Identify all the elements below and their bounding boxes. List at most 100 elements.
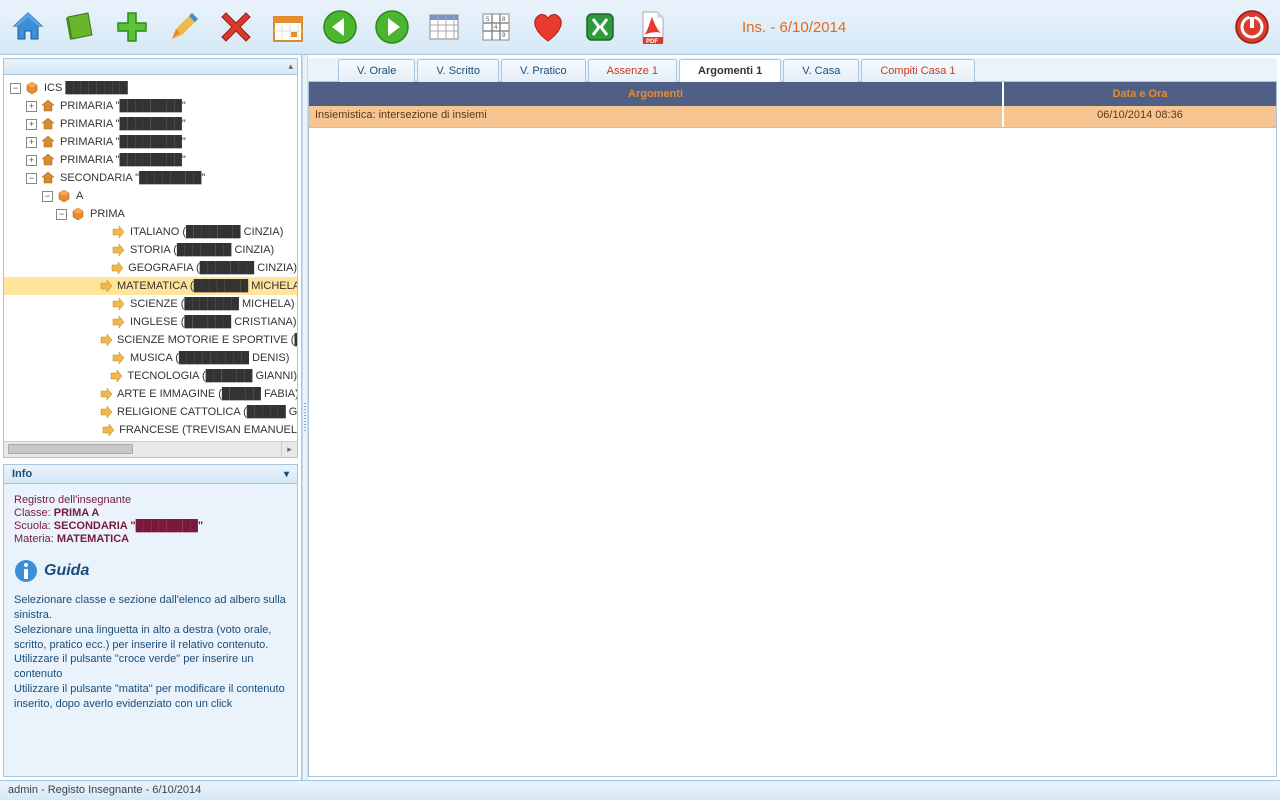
tree-node-label: RELIGIONE CATTOLICA (█████ G	[117, 406, 297, 418]
tree-node[interactable]: INGLESE (██████ CRISTIANA)	[4, 313, 297, 331]
heart-button[interactable]	[526, 5, 570, 49]
tree-toggle[interactable]: −	[10, 83, 21, 94]
edit-button[interactable]	[162, 5, 206, 49]
power-button[interactable]	[1230, 5, 1274, 49]
tree-node[interactable]: −A	[4, 187, 297, 205]
tree-node-icon	[40, 98, 56, 114]
tree-node-icon	[56, 188, 72, 204]
tree-node-label: PRIMARIA "████████"	[60, 154, 186, 166]
tree-node[interactable]: + PRIMARIA "████████"	[4, 151, 297, 169]
tree-node[interactable]: FRANCESE (TREVISAN EMANUEL	[4, 421, 297, 439]
tree-node[interactable]: −ICS ████████	[4, 79, 297, 97]
add-button[interactable]	[110, 5, 154, 49]
tree-node[interactable]: GEOGRAFIA (███████ CINZIA)	[4, 259, 297, 277]
tree-node-label: ARTE E IMMAGINE (█████ FABIA)	[117, 388, 297, 400]
tree-toggle[interactable]: +	[26, 119, 37, 130]
tree-node[interactable]: TECNOLOGIA (██████ GIANNI)	[4, 367, 297, 385]
tree-node-icon	[109, 260, 124, 276]
tree-node[interactable]: STORIA (███████ CINZIA)	[4, 241, 297, 259]
tree-node-icon	[109, 368, 123, 384]
tree-toggle[interactable]: −	[42, 191, 53, 202]
delete-button[interactable]	[214, 5, 258, 49]
tree-node-icon	[110, 296, 126, 312]
tab-v-scritto[interactable]: V. Scritto	[417, 59, 499, 82]
tab-argomenti-1[interactable]: Argomenti 1	[679, 59, 781, 82]
tree-node-label: TECNOLOGIA (██████ GIANNI)	[127, 370, 297, 382]
cell-arg: Insiemistica: intersezione di insiemi	[309, 106, 1004, 127]
tree-node[interactable]: SCIENZE (███████ MICHELA)	[4, 295, 297, 313]
tree-toggle[interactable]: +	[26, 155, 37, 166]
info-header[interactable]: Info	[4, 465, 297, 484]
tab-v-casa[interactable]: V. Casa	[783, 59, 859, 82]
next-button[interactable]	[370, 5, 414, 49]
tree-node[interactable]: ITALIANO (███████ CINZIA)	[4, 223, 297, 241]
tree-hscrollbar[interactable]	[4, 441, 281, 457]
tree-toggle[interactable]: +	[26, 137, 37, 148]
prev-button[interactable]	[318, 5, 362, 49]
tree-node-icon	[99, 386, 113, 402]
tree-node[interactable]: MATEMATICA (███████ MICHELA)	[4, 277, 297, 295]
tree-node[interactable]: ARTE E IMMAGINE (█████ FABIA)	[4, 385, 297, 403]
tree-toggle	[96, 317, 107, 328]
tree-node-label: PRIMA	[90, 208, 125, 220]
tab-compiti-casa-1[interactable]: Compiti Casa 1	[861, 59, 974, 82]
info-body: Registro dell'insegnante Classe: PRIMA A…	[4, 484, 297, 722]
book-button[interactable]	[58, 5, 102, 49]
grid-header-arg[interactable]: Argomenti	[309, 82, 1004, 106]
tree-node-icon	[101, 422, 115, 438]
tree-node[interactable]: − PRIMA	[4, 205, 297, 223]
tree-node[interactable]: RELIGIONE CATTOLICA (█████ G	[4, 403, 297, 421]
left-panel: −ICS ████████ + PRIMARIA "████████" + PRIMA R…	[0, 55, 302, 780]
tree-node-icon	[40, 152, 56, 168]
tab-assenze-1[interactable]: Assenze 1	[588, 59, 677, 82]
tree-node-label: FRANCESE (TREVISAN EMANUEL	[119, 424, 297, 436]
tree-scroll-up[interactable]	[4, 59, 297, 75]
svg-text:PDF: PDF	[646, 39, 658, 45]
tree-body[interactable]: −ICS ████████ + PRIMARIA "████████" + PRIMA R…	[4, 75, 297, 441]
tree-node-label: MUSICA (█████████ DENIS)	[130, 352, 289, 364]
grid-body: Insiemistica: intersezione di insiemi06/…	[309, 106, 1276, 128]
tree-toggle	[96, 227, 107, 238]
calendar-button[interactable]	[266, 5, 310, 49]
tree-node[interactable]: − SECONDARIA "████████"	[4, 169, 297, 187]
grid-button[interactable]	[422, 5, 466, 49]
grid-header-date[interactable]: Data e Ora	[1004, 82, 1276, 106]
tree-node[interactable]: MUSICA (█████████ DENIS)	[4, 349, 297, 367]
tree-node[interactable]: +PRIMARIA "████████"	[4, 133, 297, 151]
tree-node-label: MATEMATICA (███████ MICHELA)	[117, 280, 297, 292]
pdf-button[interactable]: PDF	[630, 5, 674, 49]
tree-toggle	[96, 371, 106, 382]
tab-strip: V. OraleV. ScrittoV. PraticoAssenze 1Arg…	[308, 58, 1277, 82]
tree-panel: −ICS ████████ + PRIMARIA "████████" + PRIMA R…	[3, 58, 298, 458]
tree-node-label: SECONDARIA "████████"	[60, 172, 205, 184]
tree-toggle[interactable]: −	[26, 173, 37, 184]
tab-v-orale[interactable]: V. Orale	[338, 59, 415, 82]
tree-node[interactable]: +PRIMARIA "████████"	[4, 115, 297, 133]
main-toolbar: 5849 PDF Ins. - 6/10/2014	[0, 0, 1280, 55]
tab-v-pratico[interactable]: V. Pratico	[501, 59, 586, 82]
guide-heading: Guida	[14, 559, 287, 583]
sudoku-button[interactable]: 5849	[474, 5, 518, 49]
tree-toggle	[96, 353, 107, 364]
content-area: V. OraleV. ScrittoV. PraticoAssenze 1Arg…	[308, 55, 1280, 780]
tree-scroll-right[interactable]: ▸	[281, 441, 297, 457]
tree-node-label: INGLESE (██████ CRISTIANA)	[130, 316, 297, 328]
tree-node-icon	[110, 242, 126, 258]
tree-node[interactable]: SCIENZE MOTORIE E SPORTIVE (█	[4, 331, 297, 349]
tree-toggle[interactable]: +	[26, 101, 37, 112]
info-icon	[14, 559, 38, 583]
tree-node-icon	[40, 116, 56, 132]
tree-node-icon	[24, 80, 40, 96]
tree-toggle[interactable]: −	[56, 209, 67, 220]
tree-toggle	[96, 299, 107, 310]
tree-node-icon	[110, 224, 126, 240]
home-button[interactable]	[6, 5, 50, 49]
tree-node-icon	[40, 170, 56, 186]
tree-node-icon	[110, 350, 126, 366]
tree-node[interactable]: +PRIMARIA "████████"	[4, 97, 297, 115]
excel-button[interactable]	[578, 5, 622, 49]
info-panel: Info Registro dell'insegnante Classe: PR…	[3, 464, 298, 777]
tree-toggle	[96, 245, 107, 256]
table-row[interactable]: Insiemistica: intersezione di insiemi06/…	[309, 106, 1276, 128]
tree-node-label: STORIA (███████ CINZIA)	[130, 244, 274, 256]
